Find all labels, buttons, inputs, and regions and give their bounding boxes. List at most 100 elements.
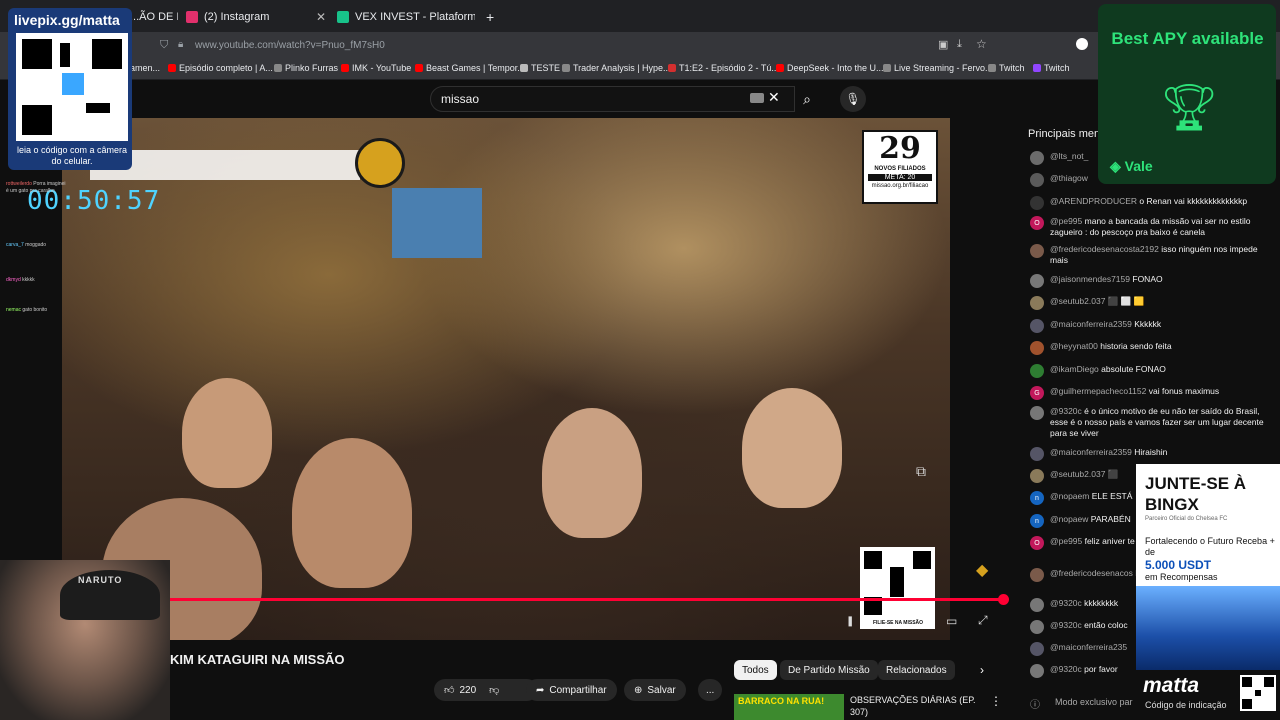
chat-author[interactable]: @guilhermepacheco1152 <box>1050 386 1146 396</box>
pause-icon[interactable]: ❚ <box>846 616 854 627</box>
avatar[interactable] <box>1030 568 1044 582</box>
chip-relacionados[interactable]: Relacionados <box>878 660 955 680</box>
download-icon[interactable]: ⤓ <box>957 38 962 51</box>
avatar[interactable] <box>1030 642 1044 656</box>
search-input[interactable]: missao <box>430 86 795 112</box>
search-icon[interactable]: ⌕ <box>795 86 819 112</box>
avatar[interactable]: G <box>1030 386 1044 400</box>
tab-active[interactable]: ...ÃO DE K <box>130 4 178 30</box>
bookmark-star-icon[interactable]: ☆ <box>976 37 987 51</box>
chat-author[interactable]: @maiconferreira2359 <box>1050 319 1132 329</box>
like-button[interactable]: 👍︎ 220 👎︎ <box>434 679 538 701</box>
chat-author[interactable]: @9320c <box>1050 664 1082 674</box>
chat-author[interactable]: @seutub2.037 <box>1050 469 1105 479</box>
fullscreen-icon[interactable]: ⤢ <box>978 613 988 628</box>
chat-message[interactable]: @fredericodesenacosta2192 isso ninguém n… <box>1030 244 1270 266</box>
bookmark-item[interactable]: Plinko Furras <box>274 63 338 73</box>
thumbs-down-icon[interactable]: 👎︎ <box>489 684 499 696</box>
chat-author[interactable]: @ikamDiego <box>1050 364 1099 374</box>
lock-icon[interactable]: 🔒︎ <box>178 39 183 50</box>
chat-author[interactable]: @pe995 <box>1050 536 1082 546</box>
progress-scrubber[interactable] <box>998 594 1009 605</box>
avatar[interactable] <box>1030 296 1044 310</box>
avatar[interactable] <box>1030 364 1044 378</box>
chat-message[interactable]: @9320c é o único motivo de eu não ter sa… <box>1030 406 1270 439</box>
chat-author[interactable]: @thiagow <box>1050 173 1088 183</box>
more-vert-icon[interactable]: ⋮ <box>990 694 1002 708</box>
chip-partido-missao[interactable]: De Partido Missão <box>780 660 878 680</box>
chat-header[interactable]: Principais men <box>1028 128 1100 140</box>
avatar[interactable] <box>1030 447 1044 461</box>
avatar[interactable] <box>1030 196 1044 210</box>
clear-search-icon[interactable]: ✕ <box>768 89 780 106</box>
bookmark-item[interactable]: DeepSeek - Into the U... <box>776 63 884 73</box>
bookmark-item[interactable]: Episódio completo | A... <box>168 63 273 73</box>
chat-message[interactable]: @heyynat00 historia sendo feita <box>1030 341 1270 355</box>
chat-author[interactable]: @fredericodesenacosta2192 <box>1050 244 1159 254</box>
avatar[interactable] <box>1030 598 1044 612</box>
chat-message[interactable]: O @pe995 mano a bancada da missão vai ser… <box>1030 216 1270 238</box>
avatar[interactable]: O <box>1030 536 1044 550</box>
chat-author[interactable]: @ARENDPRODUCER <box>1050 196 1137 206</box>
chat-author[interactable]: @lts_not_ <box>1050 151 1088 161</box>
bookmark-item[interactable]: amen... <box>130 63 160 73</box>
avatar[interactable] <box>1030 151 1044 165</box>
avatar[interactable] <box>1030 173 1044 187</box>
chat-author[interactable]: @nopaem <box>1050 491 1089 501</box>
more-actions-button[interactable]: ... <box>698 679 723 701</box>
chat-message[interactable]: @maiconferreira2359 Hiraishin <box>1030 447 1270 461</box>
profile-icon[interactable] <box>1076 38 1088 50</box>
avatar[interactable] <box>1030 341 1044 355</box>
chat-author[interactable]: @maiconferreira2359 <box>1050 447 1132 457</box>
chat-author[interactable]: @heyynat00 <box>1050 341 1098 351</box>
avatar[interactable] <box>1030 469 1044 483</box>
close-icon[interactable]: ✕ <box>316 10 326 24</box>
avatar[interactable] <box>1030 319 1044 333</box>
shield-icon[interactable]: ⛉ <box>160 39 168 52</box>
avatar[interactable]: n <box>1030 514 1044 528</box>
avatar[interactable] <box>1030 620 1044 634</box>
miniplayer-icon[interactable]: ⧉ <box>916 463 926 480</box>
save-button[interactable]: ⊕ Salvar <box>624 679 686 701</box>
bookmark-item[interactable]: Beast Games | Tempor... <box>415 63 525 73</box>
chevron-right-icon[interactable]: › <box>980 663 984 677</box>
tab-instagram[interactable]: (2) Instagram ✕ <box>186 4 326 30</box>
chat-author[interactable]: @9320c <box>1050 620 1082 630</box>
url-field[interactable]: www.youtube.com/watch?v=Pnuo_fM7sH0 <box>195 40 385 51</box>
chat-author[interactable]: @9320c <box>1050 598 1082 608</box>
bookmark-item[interactable]: Twitch <box>988 63 1025 73</box>
chat-message[interactable]: G @guilhermepacheco1152 vai fonus maximus <box>1030 386 1270 400</box>
chat-message[interactable]: @ikamDiego absolute FONAO <box>1030 364 1270 378</box>
chat-author[interactable]: @9320c <box>1050 406 1082 416</box>
avatar[interactable] <box>1030 664 1044 678</box>
avatar[interactable] <box>1030 406 1044 420</box>
chip-todos[interactable]: Todos <box>734 660 777 680</box>
avatar[interactable] <box>1030 244 1044 258</box>
avatar[interactable]: n <box>1030 491 1044 505</box>
screenshot-icon[interactable]: ▣ <box>938 38 948 51</box>
avatar[interactable]: O <box>1030 216 1044 230</box>
bookmark-item[interactable]: Live Streaming - Fervo... <box>883 63 993 73</box>
chat-message[interactable]: @maiconferreira2359 Kkkkkk <box>1030 319 1270 333</box>
chat-author[interactable]: @jaisonmendes7159 <box>1050 274 1130 284</box>
bookmark-item[interactable]: T1:E2 - Episódio 2 - Tú... <box>668 63 779 73</box>
chat-author[interactable]: @pe995 <box>1050 216 1082 226</box>
theater-icon[interactable]: ▭ <box>946 614 957 628</box>
chat-author[interactable]: @nopaew <box>1050 514 1088 524</box>
chat-message[interactable]: @jaisonmendes7159 FONAO <box>1030 274 1270 288</box>
bookmark-item[interactable]: IMK - YouTube <box>341 63 411 73</box>
bookmark-item[interactable]: Trader Analysis | Hype... <box>562 63 671 73</box>
chat-author[interactable]: @fredericodesenacos <box>1050 568 1133 578</box>
chat-author[interactable]: @seutub2.037 <box>1050 296 1105 306</box>
mic-icon[interactable]: 🎙︎ <box>840 86 866 112</box>
chat-message[interactable]: @seutub2.037 ⬛ ⬜ 🟨 <box>1030 296 1270 310</box>
keyboard-icon[interactable] <box>750 93 764 103</box>
chat-author[interactable]: @maiconferreira235 <box>1050 642 1127 652</box>
video-player[interactable] <box>62 118 950 640</box>
tab-vex-invest[interactable]: VEX INVEST - Plataforma de Inv✕ <box>337 4 475 30</box>
info-icon[interactable]: ⓘ <box>1030 696 1040 711</box>
chat-message[interactable]: @ARENDPRODUCER o Renan vai kkkkkkkkkkkkk… <box>1030 196 1270 210</box>
share-button[interactable]: ➦ Compartilhar <box>526 679 617 701</box>
recommendation-title[interactable]: OBSERVAÇÕES DIÁRIAS (EP. 307) <box>850 694 980 718</box>
avatar[interactable] <box>1030 274 1044 288</box>
